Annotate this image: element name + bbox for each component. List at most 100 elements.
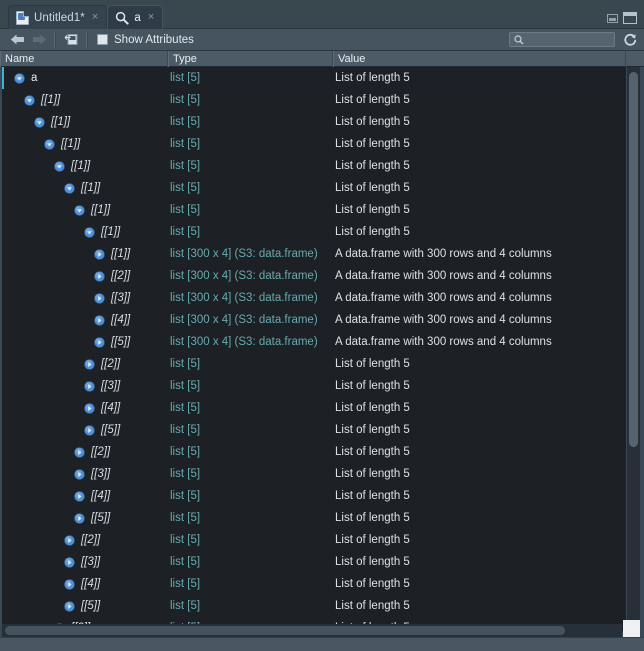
search-icon xyxy=(514,34,524,44)
expand-collapse-right-icon[interactable] xyxy=(64,600,75,612)
expand-collapse-right-icon[interactable] xyxy=(74,468,85,480)
vertical-scrollbar-thumb[interactable] xyxy=(629,72,638,447)
expand-collapse-down-icon[interactable] xyxy=(84,226,95,238)
tree-node-label: [[1]] xyxy=(91,204,111,216)
table-row[interactable]: [[3]] list [300 x 4] (S3: data.frame) A da… xyxy=(2,287,626,309)
cell-type: list [5] xyxy=(170,204,201,216)
close-icon[interactable]: × xyxy=(91,12,99,23)
cell-type: list [5] xyxy=(170,578,201,590)
tree-node-name-cell: [[1]] xyxy=(94,243,130,265)
table-row[interactable]: [[5]] list [5] List of length 5 xyxy=(2,419,626,441)
expand-collapse-right-icon[interactable] xyxy=(64,578,75,590)
table-row[interactable]: [[1]] list [5] List of length 5 xyxy=(2,199,626,221)
expand-collapse-right-icon[interactable] xyxy=(94,314,105,326)
expand-collapse-down-icon[interactable] xyxy=(54,160,65,172)
cell-value: List of length 5 xyxy=(335,380,410,392)
table-row[interactable]: [[5]] list [5] List of length 5 xyxy=(2,507,626,529)
expand-collapse-right-icon[interactable] xyxy=(74,446,85,458)
tree-node-label: [[1]] xyxy=(51,116,71,128)
expand-collapse-right-icon[interactable] xyxy=(94,336,105,348)
tree-node-name-cell: [[4]] xyxy=(64,573,100,595)
horizontal-scrollbar[interactable] xyxy=(2,624,622,637)
forward-button[interactable] xyxy=(28,30,50,50)
table-row[interactable]: [[2]] list [5] List of length 5 xyxy=(2,441,626,463)
expand-collapse-down-icon[interactable] xyxy=(34,116,45,128)
expand-collapse-right-icon[interactable] xyxy=(84,402,95,414)
expand-collapse-right-icon[interactable] xyxy=(74,490,85,502)
table-row[interactable]: [[3]] list [5] List of length 5 xyxy=(2,375,626,397)
expand-collapse-right-icon[interactable] xyxy=(94,248,105,260)
table-row[interactable]: [[1]] list [5] List of length 5 xyxy=(2,89,626,111)
cell-type: list [5] xyxy=(170,402,201,414)
close-icon[interactable]: × xyxy=(147,12,155,23)
tree-node-label: [[3]] xyxy=(101,380,121,392)
table-row[interactable]: a list [5] List of length 5 xyxy=(2,67,626,89)
refresh-button[interactable] xyxy=(620,30,640,50)
resize-grip[interactable] xyxy=(623,620,640,637)
expand-collapse-right-icon[interactable] xyxy=(84,380,95,392)
cell-value: A data.frame with 300 rows and 4 columns xyxy=(335,292,552,304)
variable-explorer-window: Untitled1* × a × Show Attributes Name Ty… xyxy=(0,0,644,651)
tree-node-name-cell: [[4]] xyxy=(84,397,120,419)
cell-type: list [5] xyxy=(170,358,201,370)
expand-collapse-down-icon[interactable] xyxy=(14,72,25,84)
tree-node-name-cell: [[5]] xyxy=(64,595,100,617)
table-row[interactable]: [[2]] list [5] List of length 5 xyxy=(2,529,626,551)
tree-node-label: [[3]] xyxy=(91,468,111,480)
expand-collapse-down-icon[interactable] xyxy=(64,182,75,194)
forward-arrow-icon xyxy=(32,34,46,45)
tree-node-label: [[1]] xyxy=(111,248,131,260)
cell-value: List of length 5 xyxy=(335,578,410,590)
expand-collapse-right-icon[interactable] xyxy=(64,534,75,546)
tab-untitled1[interactable]: Untitled1* × xyxy=(8,5,108,29)
column-header-name[interactable]: Name xyxy=(0,51,168,67)
cell-type: list [5] xyxy=(170,600,201,612)
table-row[interactable]: [[4]] list [5] List of length 5 xyxy=(2,397,626,419)
table-row[interactable]: [[4]] list [300 x 4] (S3: data.frame) A da… xyxy=(2,309,626,331)
table-row[interactable]: [[2]] list [300 x 4] (S3: data.frame) A da… xyxy=(2,265,626,287)
expand-collapse-right-icon[interactable] xyxy=(84,358,95,370)
table-row[interactable]: [[4]] list [5] List of length 5 xyxy=(2,573,626,595)
minimize-icon[interactable] xyxy=(607,13,618,23)
tree-node-label: [[2]] xyxy=(81,534,101,546)
expand-collapse-down-icon[interactable] xyxy=(44,138,55,150)
maximize-icon[interactable] xyxy=(623,12,637,24)
expand-collapse-right-icon[interactable] xyxy=(94,270,105,282)
horizontal-scrollbar-thumb[interactable] xyxy=(5,626,565,635)
search-input[interactable] xyxy=(527,33,607,46)
expand-collapse-down-icon[interactable] xyxy=(74,204,85,216)
column-header-value[interactable]: Value xyxy=(333,51,626,67)
tab-a[interactable]: a × xyxy=(107,5,164,29)
tab-strip: Untitled1* × a × xyxy=(0,0,644,29)
table-row[interactable]: [[1]] list [5] List of length 5 xyxy=(2,155,626,177)
show-attributes-checkbox[interactable] xyxy=(97,34,108,45)
column-header-type[interactable]: Type xyxy=(168,51,333,67)
cell-type: list [5] xyxy=(170,556,201,568)
table-row[interactable]: [[1]] list [5] List of length 5 xyxy=(2,221,626,243)
table-row[interactable]: [[1]] list [300 x 4] (S3: data.frame) A da… xyxy=(2,243,626,265)
table-row[interactable]: [[5]] list [5] List of length 5 xyxy=(2,595,626,617)
expand-collapse-right-icon[interactable] xyxy=(64,556,75,568)
table-row[interactable]: [[3]] list [5] List of length 5 xyxy=(2,463,626,485)
expand-collapse-right-icon[interactable] xyxy=(84,424,95,436)
back-button[interactable] xyxy=(6,30,28,50)
table-row[interactable]: [[2]] list [5] List of length 5 xyxy=(2,353,626,375)
variable-tree[interactable]: a list [5] List of length 5 [[1]] list [5] Li… xyxy=(0,67,626,631)
table-row[interactable]: [[4]] list [5] List of length 5 xyxy=(2,485,626,507)
table-row[interactable]: [[1]] list [5] List of length 5 xyxy=(2,111,626,133)
tree-node-name-cell: [[3]] xyxy=(84,375,120,397)
export-button[interactable] xyxy=(60,30,82,50)
tree-node-name-cell: [[2]] xyxy=(84,353,120,375)
expand-collapse-down-icon[interactable] xyxy=(24,94,35,106)
tab-label: a xyxy=(134,11,141,24)
table-row[interactable]: [[5]] list [300 x 4] (S3: data.frame) A da… xyxy=(2,331,626,353)
show-attributes-toggle[interactable]: Show Attributes xyxy=(97,34,194,46)
tree-node-name-cell: [[2]] xyxy=(94,265,130,287)
table-row[interactable]: [[1]] list [5] List of length 5 xyxy=(2,177,626,199)
search-box[interactable] xyxy=(509,32,615,47)
expand-collapse-right-icon[interactable] xyxy=(74,512,85,524)
table-row[interactable]: [[3]] list [5] List of length 5 xyxy=(2,551,626,573)
vertical-scrollbar[interactable] xyxy=(627,67,640,631)
table-row[interactable]: [[1]] list [5] List of length 5 xyxy=(2,133,626,155)
expand-collapse-right-icon[interactable] xyxy=(94,292,105,304)
